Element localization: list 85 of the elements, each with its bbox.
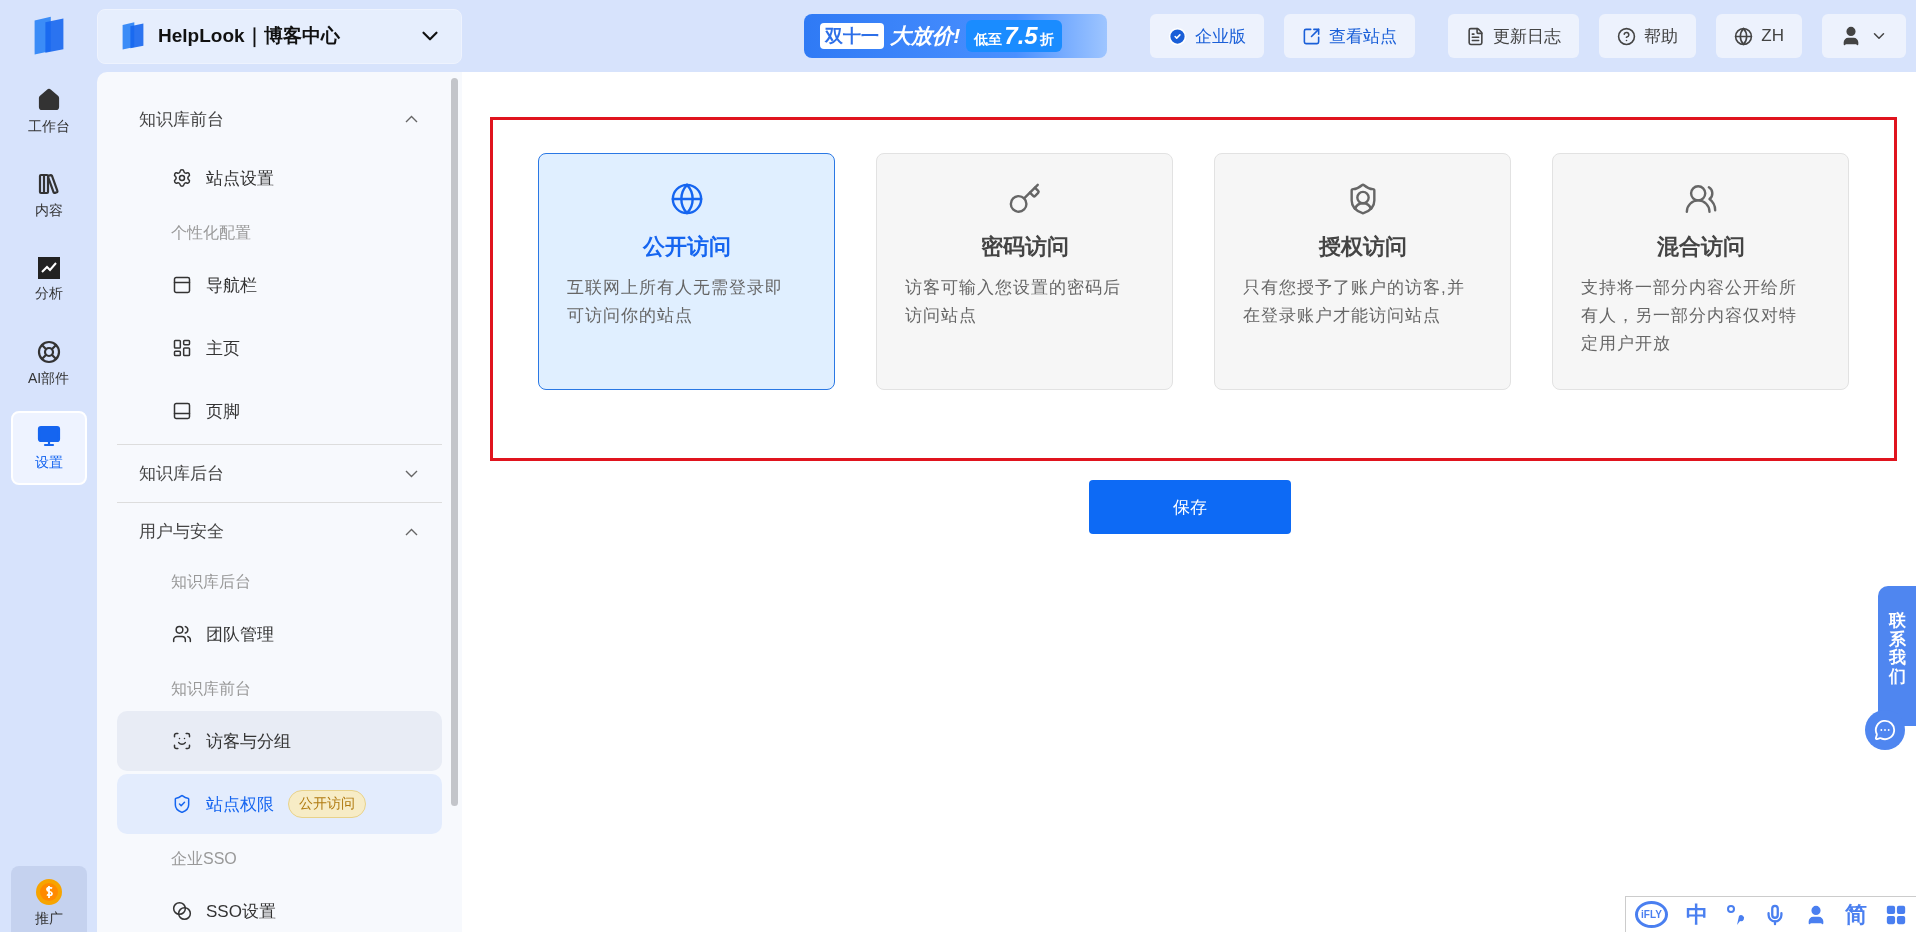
card-title: 混合访问 [1656,233,1745,261]
sidebar-item-label: 站点设置 [206,167,274,190]
rail-item[interactable]: 内容 [10,159,87,233]
sidebar-item[interactable]: 主页 [117,318,442,378]
rail-item[interactable]: AI部件 [10,327,87,401]
group-label: 企业SSO [170,848,238,869]
sidebar-item[interactable]: 访客与分组 [117,711,442,771]
card-title: 密码访问 [980,233,1069,261]
chevron-up-icon [405,527,418,536]
chat-icon [1874,719,1896,741]
punctuation-icon[interactable] [1726,903,1747,926]
save-button[interactable]: 保存 [1089,480,1291,534]
panel-bottom-icon [172,401,192,421]
home-icon [36,88,61,112]
sidebar-item-label: 团队管理 [206,623,274,646]
external-link-icon [1302,26,1322,46]
chevron-up-icon [405,115,418,123]
books-icon [36,172,61,196]
check-circle-icon [1168,26,1188,46]
sidebar-item-label: 页脚 [206,400,240,423]
sidebar-item[interactable]: 页脚 [117,381,442,441]
access-option-card[interactable]: 公开访问 互联网上所有人无需登录即可访问你的站点 [538,153,835,390]
users-icon [1683,182,1718,216]
sidebar-item-label: SSO设置 [206,900,276,923]
card-description: 支持将一部分内容公开给所有人，另一部分内容仅对特定用户开放 [1581,277,1798,355]
globe-icon [669,182,704,216]
contact-tab[interactable]: 联系我们 [1878,586,1916,726]
sidebar-item[interactable]: 站点权限 公开访问 [117,774,442,834]
sidebar-item[interactable]: 团队管理 [117,604,442,664]
access-option-card[interactable]: 密码访问 访客可输入您设置的密码后访问站点 [876,153,1173,390]
rail-item[interactable]: 设置 [10,411,87,485]
workspace-select[interactable]: HelpLook｜博客中心 [97,8,462,64]
shield-check-icon [172,794,192,814]
toolbar-button[interactable]: 企业版 [1150,14,1265,58]
access-option-card[interactable]: 混合访问 支持将一部分内容公开给所有人，另一部分内容仅对特定用户开放 [1552,153,1849,390]
key-icon [1007,182,1042,216]
rail-item[interactable]: 工作台 [10,75,87,149]
monitor-icon [36,424,61,448]
sidebar-item[interactable]: SSO设置 [117,881,442,932]
logo-icon [120,21,146,51]
card-description: 访客可输入您设置的密码后访问站点 [905,277,1122,327]
coin-icon [34,878,63,906]
document-icon [1466,26,1486,46]
chart-icon [37,257,60,279]
user-menu-button[interactable] [1822,14,1906,58]
help-icon [1617,26,1637,46]
status-badge: 公开访问 [288,790,366,818]
dashboard-icon [172,338,192,358]
card-description: 互联网上所有人无需登录即可访问你的站点 [567,277,784,327]
card-title: 授权访问 [1318,233,1407,261]
rail-item[interactable]: 分析 [10,243,87,317]
panel-top-icon [172,275,192,295]
toolbar-button[interactable]: ZH [1716,14,1802,58]
sidebar-item-label: 访客与分组 [206,730,291,753]
sidebar-item[interactable]: 站点设置 [117,148,442,208]
sidebar-item-label: 主页 [206,337,240,360]
ime-mode-button[interactable]: 简 [1844,899,1867,930]
sidebar-item-label: 导航栏 [206,274,257,297]
ime-mode-button[interactable]: 中 [1686,899,1708,930]
chevron-down-icon [405,469,418,478]
group-label: 知识库后台 [170,571,252,592]
apps-icon[interactable] [1884,903,1907,926]
section-header[interactable]: 知识库后台 [117,444,442,502]
sidebar-item-label: 站点权限 [206,793,274,816]
access-option-card[interactable]: 授权访问 只有您授予了账户的访客,并在登录账户才能访问站点 [1214,153,1511,390]
circles-icon [172,901,192,921]
ime-logo[interactable]: iFLY [1635,901,1668,928]
group-label: 知识库前台 [170,678,252,699]
card-description: 只有您授予了账户的访客,并在登录账户才能访问站点 [1243,277,1466,327]
sidebar-item[interactable]: 导航栏 [117,255,442,315]
promote-item[interactable]: 推广 [10,866,87,932]
toolbar-button[interactable]: 帮助 [1599,14,1697,58]
section-header[interactable]: 知识库前台 [117,90,442,148]
scan-person-icon [172,731,192,751]
scrollbar[interactable] [451,78,458,806]
settings-icon [172,168,192,188]
lifebuoy-icon [36,340,61,364]
section-header[interactable]: 用户与安全 [117,502,442,560]
globe-icon [1734,26,1754,46]
promo-banner[interactable]: 双十一 大放价! 低至 7.5折 [804,14,1108,58]
card-title: 公开访问 [642,233,731,261]
toolbar-button[interactable]: 查看站点 [1284,14,1416,58]
group-label: 个性化配置 [170,222,252,243]
users-icon [172,624,192,644]
toolbar-button[interactable]: 更新日志 [1448,14,1580,58]
